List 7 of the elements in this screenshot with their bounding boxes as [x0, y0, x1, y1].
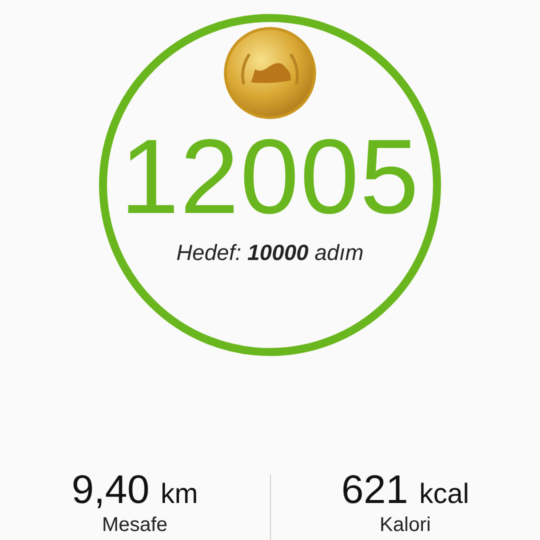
medal-icon — [223, 26, 317, 120]
stat-label: Kalori — [380, 514, 431, 537]
stat-value: 9,40 km — [72, 470, 198, 510]
stat-value: 621 kcal — [341, 470, 470, 510]
step-count: 12005 — [120, 124, 420, 230]
goal-text: Hedef: 10000 adım — [176, 240, 364, 266]
stat-label: Mesafe — [102, 514, 168, 537]
